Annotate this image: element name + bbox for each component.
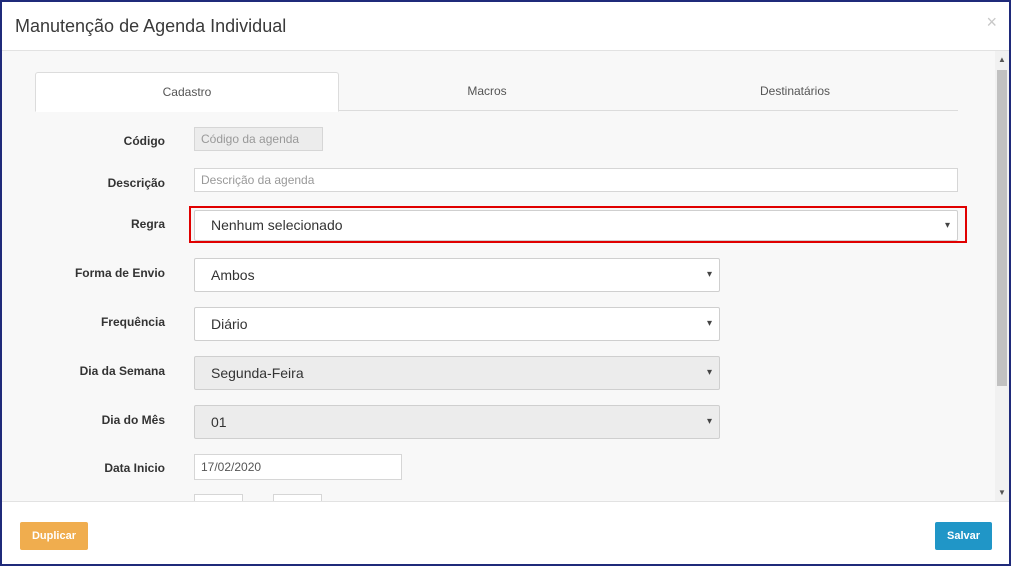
dia-semana-select[interactable]: Segunda-Feira ▾ xyxy=(194,356,720,390)
frequencia-label: Frequência xyxy=(100,315,165,329)
codigo-field[interactable]: Código da agenda xyxy=(194,127,323,151)
tab-destinatarios[interactable]: Destinatários xyxy=(645,72,945,110)
data-inicio-field[interactable]: 17/02/2020 xyxy=(194,454,402,480)
dia-semana-value: Segunda-Feira xyxy=(211,365,304,381)
data-inicio-label: Data Inicio xyxy=(104,461,165,475)
salvar-button[interactable]: Salvar xyxy=(935,522,992,550)
chevron-down-icon: ▾ xyxy=(706,318,712,329)
chevron-down-icon: ▾ xyxy=(706,269,712,280)
close-icon[interactable]: × xyxy=(986,12,997,33)
modal-body: Cadastro Macros Destinatários Código Cód… xyxy=(2,51,1009,501)
dia-semana-label: Dia da Semana xyxy=(79,364,165,378)
dia-mes-label: Dia do Mês xyxy=(101,413,165,427)
vertical-scrollbar[interactable]: ▲ ▼ xyxy=(995,51,1009,501)
tab-bar: Cadastro Macros Destinatários xyxy=(35,72,958,112)
modal-title: Manutenção de Agenda Individual xyxy=(15,16,287,36)
scroll-up-icon[interactable]: ▲ xyxy=(998,55,1006,64)
descricao-label: Descrição xyxy=(107,176,165,190)
codigo-label: Código xyxy=(123,134,165,148)
tab-macros[interactable]: Macros xyxy=(337,72,637,110)
forma-envio-select[interactable]: Ambos ▾ xyxy=(194,258,720,292)
dia-mes-value: 01 xyxy=(211,414,227,430)
tab-cadastro[interactable]: Cadastro xyxy=(35,72,339,112)
dia-mes-select[interactable]: 01 ▾ xyxy=(194,405,720,439)
forma-envio-label: Forma de Envio xyxy=(74,266,165,280)
chevron-down-icon: ▾ xyxy=(706,367,712,378)
regra-label: Regra xyxy=(130,217,165,231)
frequencia-value: Diário xyxy=(211,316,248,332)
minute-field[interactable] xyxy=(273,494,322,501)
scroll-down-icon[interactable]: ▼ xyxy=(998,488,1006,497)
descricao-field[interactable]: Descrição da agenda xyxy=(194,168,958,192)
modal-footer: Duplicar Salvar xyxy=(2,501,1009,564)
hour-field[interactable] xyxy=(194,494,243,501)
modal-header: Manutenção de Agenda Individual × xyxy=(2,2,1009,51)
highlight-box xyxy=(189,206,967,243)
chevron-down-icon: ▾ xyxy=(706,416,712,427)
forma-envio-value: Ambos xyxy=(211,267,255,283)
scroll-thumb[interactable] xyxy=(997,70,1007,386)
modal-dialog: Manutenção de Agenda Individual × Cadast… xyxy=(0,0,1011,566)
frequencia-select[interactable]: Diário ▾ xyxy=(194,307,720,341)
duplicar-button[interactable]: Duplicar xyxy=(20,522,88,550)
